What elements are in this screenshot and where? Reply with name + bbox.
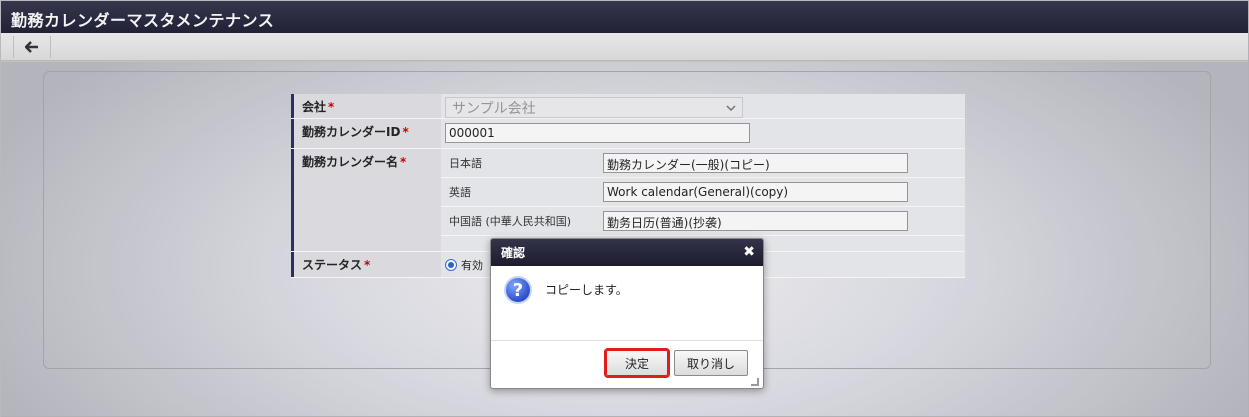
dialog-footer: 決定 取り消し	[491, 341, 763, 389]
confirm-dialog: 確認 ✖ ? コピーします。 決定 取り消し	[490, 238, 764, 389]
dialog-titlebar: 確認 ✖	[491, 239, 763, 266]
cancel-button[interactable]: 取り消し	[674, 350, 748, 376]
dialog-message: コピーします。	[545, 283, 628, 297]
resize-grip-icon[interactable]	[751, 378, 759, 386]
question-icon: ?	[504, 276, 532, 304]
dialog-body: ? コピーします。	[491, 266, 763, 341]
close-icon[interactable]: ✖	[743, 244, 755, 260]
ok-button[interactable]: 決定	[604, 348, 670, 378]
dialog-title: 確認	[501, 246, 526, 260]
